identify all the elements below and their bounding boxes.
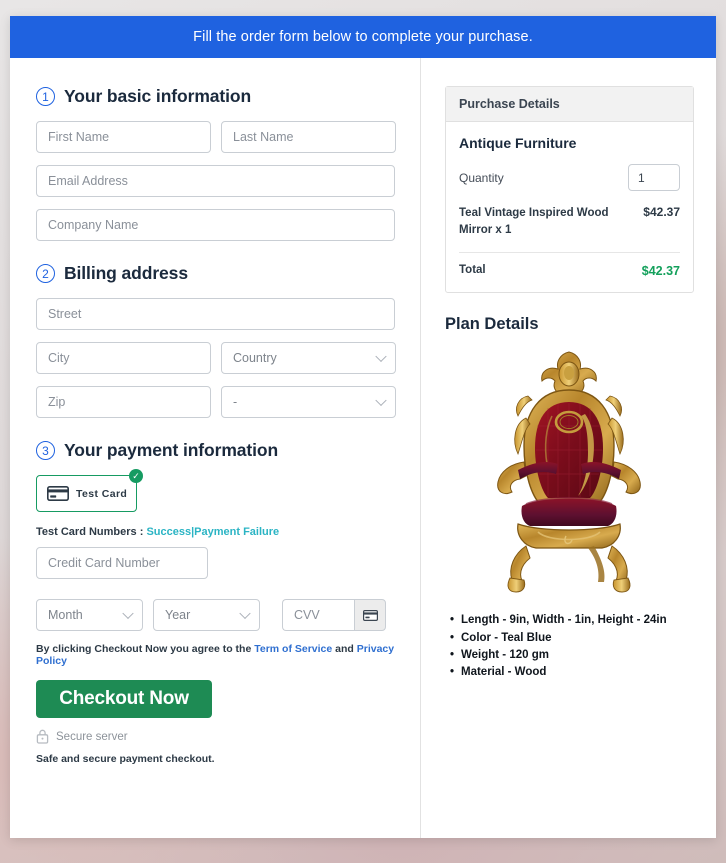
card-number-row: Credit Card Number <box>36 547 402 579</box>
line-item-row: Teal Vintage Inspired Wood Mirror x 1 $4… <box>459 205 680 254</box>
expiry-year-value: Year <box>165 608 191 622</box>
last-name-input[interactable]: Last Name <box>221 121 396 153</box>
step-title-1: Your basic information <box>64 86 252 106</box>
term-of-service-link[interactable]: Term of Service <box>254 643 332 655</box>
zip-state-row: Zip - <box>36 386 402 418</box>
company-row: Company Name <box>36 209 402 241</box>
chevron-down-icon <box>375 350 387 363</box>
cvv-help-button[interactable] <box>354 599 386 631</box>
product-specs-list: Length - 9in, Width - 1in, Height - 24in… <box>445 612 694 681</box>
quantity-label: Quantity <box>459 170 504 185</box>
purchase-details-body: Antique Furniture Quantity Teal Vintage … <box>446 122 693 292</box>
credit-card-number-input[interactable]: Credit Card Number <box>36 547 208 579</box>
street-row: Street <box>36 298 402 330</box>
credit-card-icon <box>47 486 69 501</box>
summary-column: Purchase Details Antique Furniture Quant… <box>421 58 716 838</box>
city-input[interactable]: City <box>36 342 211 374</box>
credit-card-icon <box>362 609 378 621</box>
safe-checkout-note: Safe and secure payment checkout. <box>36 753 215 765</box>
test-card-numbers-line: Test Card Numbers : Success|Payment Fail… <box>36 526 402 538</box>
name-row: First Name Last Name <box>36 121 402 153</box>
line-item-amount: $42.37 <box>643 205 680 219</box>
test-card-success-link[interactable]: Success <box>146 526 191 538</box>
terms-prefix: By clicking Checkout Now you agree to th… <box>36 643 252 655</box>
expiry-year-select[interactable]: Year <box>153 599 260 631</box>
purchase-details-title: Purchase Details <box>446 87 693 122</box>
chevron-down-icon <box>122 607 134 620</box>
step-title-3: Your payment information <box>64 440 279 460</box>
checkout-page: Fill the order form below to complete yo… <box>0 0 726 863</box>
payment-method-test-card[interactable]: Test Card ✓ <box>36 469 143 512</box>
quantity-input[interactable] <box>628 164 680 191</box>
step-number-badge-2: 2 <box>36 264 55 283</box>
street-input[interactable]: Street <box>36 298 395 330</box>
card-body: 1 Your basic information First Name Last… <box>10 58 716 838</box>
quantity-row: Quantity <box>459 164 680 191</box>
secure-server-label: Secure server <box>56 730 128 743</box>
antique-throne-chair-illustration <box>497 351 641 593</box>
payment-method-label: Test Card <box>76 487 128 500</box>
expiry-cvv-row: Month Year CVV <box>36 599 402 631</box>
order-form-column: 1 Your basic information First Name Last… <box>10 58 421 838</box>
step-number-badge-3: 3 <box>36 441 55 460</box>
total-row: Total $42.37 <box>459 253 680 278</box>
purchase-details-panel: Purchase Details Antique Furniture Quant… <box>445 86 694 294</box>
zip-input[interactable]: Zip <box>36 386 211 418</box>
spec-item: Weight - 120 gm <box>450 647 694 665</box>
city-country-row: City Country <box>36 342 402 374</box>
total-amount: $42.37 <box>641 264 680 279</box>
expiry-month-select[interactable]: Month <box>36 599 143 631</box>
checkout-card: Fill the order form below to complete yo… <box>10 16 716 838</box>
email-input[interactable]: Email Address <box>36 165 395 197</box>
product-image <box>445 342 694 606</box>
spec-item: Length - 9in, Width - 1in, Height - 24in <box>450 612 694 630</box>
terms-agreement-text: By clicking Checkout Now you agree to th… <box>36 643 402 667</box>
step-header-billing-address: 2 Billing address <box>36 263 402 284</box>
product-name: Antique Furniture <box>459 135 577 151</box>
country-select[interactable]: Country <box>221 342 396 374</box>
step-title-2: Billing address <box>64 263 188 283</box>
cvv-input[interactable]: CVV <box>282 599 354 631</box>
step-number-badge-1: 1 <box>36 87 55 106</box>
lock-icon <box>36 729 49 744</box>
state-select[interactable]: - <box>221 386 396 418</box>
plan-details-title: Plan Details <box>445 315 539 334</box>
spec-item: Material - Wood <box>450 664 694 682</box>
chevron-down-icon <box>239 607 251 620</box>
line-item-description: Teal Vintage Inspired Wood Mirror x 1 <box>459 207 609 236</box>
step-header-payment-information: 3 Your payment information <box>36 440 402 461</box>
spec-item: Color - Teal Blue <box>450 630 694 648</box>
email-row: Email Address <box>36 165 402 197</box>
page-banner: Fill the order form below to complete yo… <box>10 16 716 58</box>
banner-text: Fill the order form below to complete yo… <box>193 29 533 45</box>
checkout-now-button[interactable]: Checkout Now <box>36 680 212 718</box>
step-header-basic-information: 1 Your basic information <box>36 86 402 107</box>
check-circle-icon: ✓ <box>129 469 143 483</box>
expiry-month-value: Month <box>48 608 83 622</box>
test-card-failure-link[interactable]: Payment Failure <box>194 526 279 538</box>
test-card-numbers-label: Test Card Numbers : <box>36 526 144 538</box>
cvv-group: CVV <box>282 599 386 631</box>
terms-and: and <box>335 643 354 655</box>
chevron-down-icon <box>375 394 387 407</box>
company-name-input[interactable]: Company Name <box>36 209 395 241</box>
state-select-value: - <box>233 395 238 409</box>
total-label: Total <box>459 264 486 277</box>
country-select-value: Country <box>233 351 277 365</box>
first-name-input[interactable]: First Name <box>36 121 211 153</box>
secure-server-note: Secure server <box>36 729 402 744</box>
